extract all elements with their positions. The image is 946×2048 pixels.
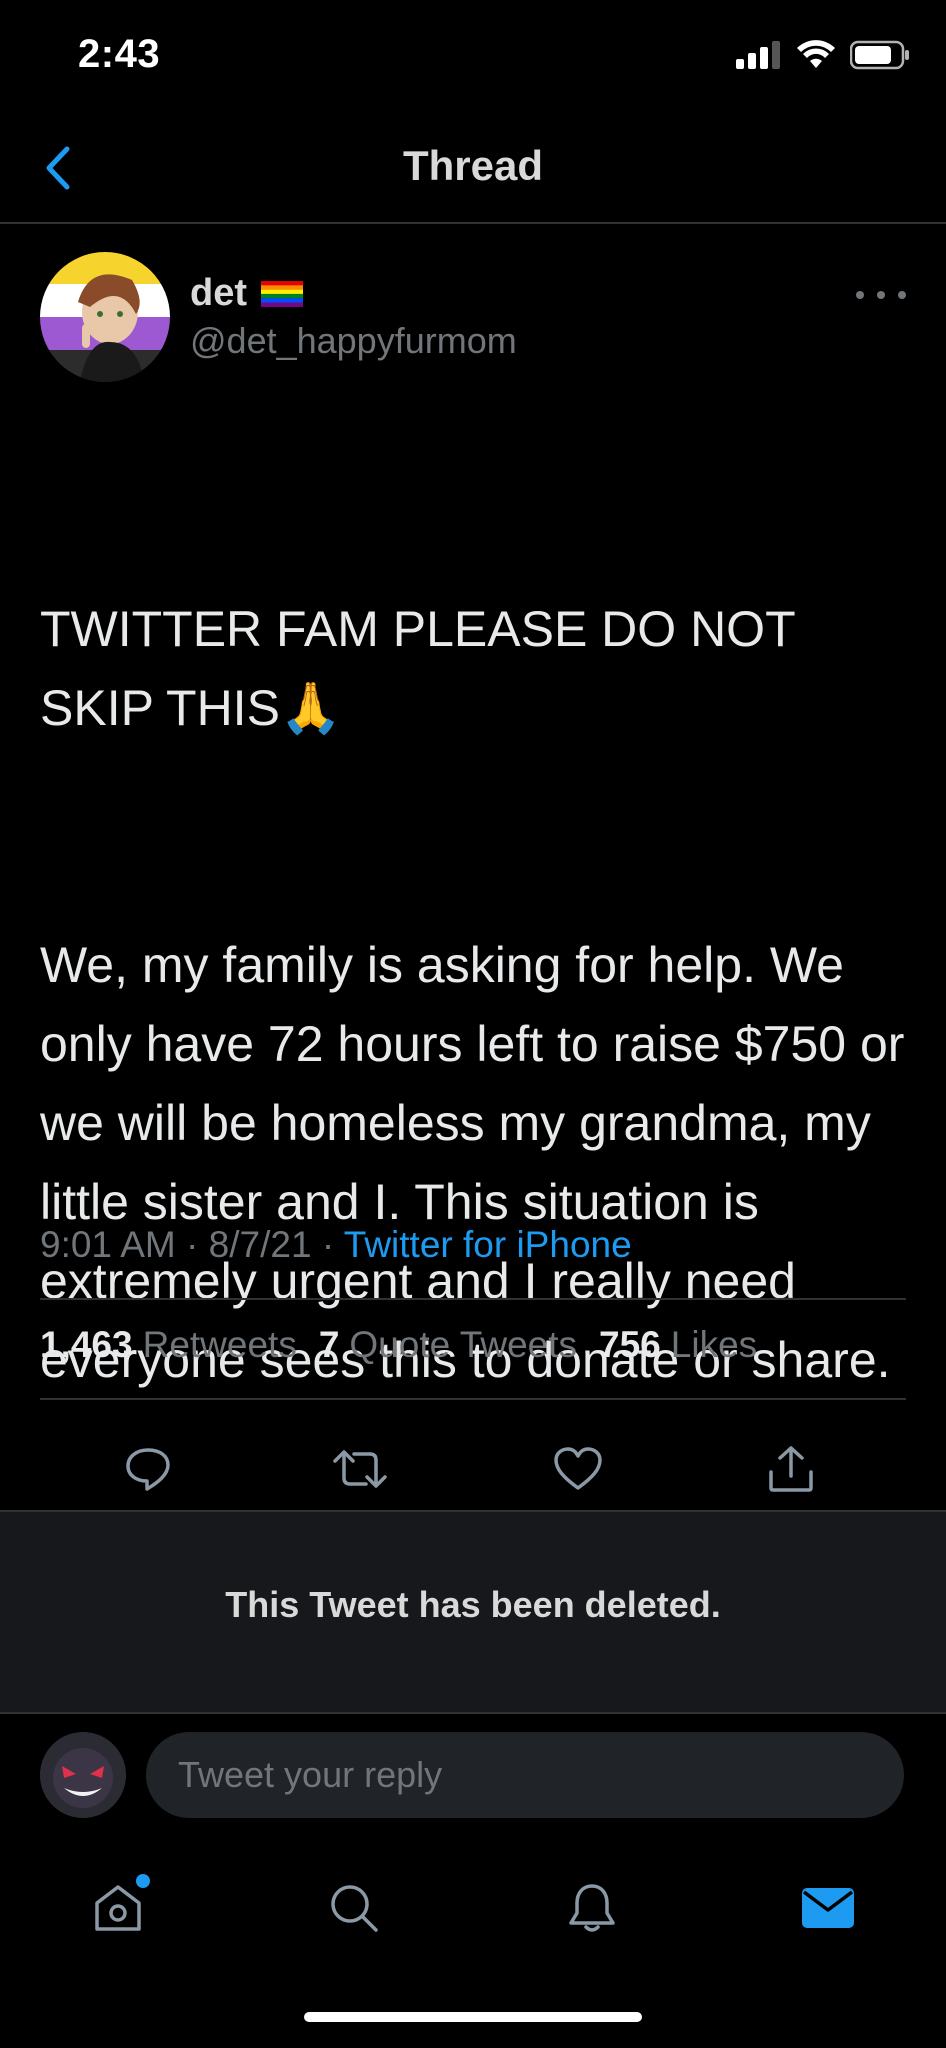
meta-separator: · (321, 1224, 335, 1265)
tab-search[interactable] (314, 1868, 394, 1948)
notification-dot (136, 1874, 150, 1888)
quotes-count: 7 (318, 1324, 340, 1365)
dot-icon (856, 291, 864, 299)
more-options-button[interactable] (856, 280, 906, 310)
meta-separator: · (186, 1224, 199, 1265)
tweet-text: TWITTER FAM PLEASE DO NOT SKIP THIS🙏 We,… (40, 432, 910, 1558)
likes-stat[interactable]: 756 Likes (599, 1324, 757, 1366)
likes-label: Likes (670, 1324, 758, 1365)
dot-icon (898, 291, 906, 299)
home-icon (95, 1885, 141, 1931)
status-icons (736, 40, 910, 70)
retweet-icon (333, 1450, 387, 1488)
reply-composer (0, 1712, 946, 1852)
status-bar: 2:43 (0, 0, 946, 116)
battery-icon (850, 40, 909, 70)
author-handle[interactable]: @det_happyfurmom (190, 320, 517, 362)
author-name-row[interactable]: det (190, 272, 303, 315)
tab-messages[interactable] (788, 1868, 868, 1948)
tab-home[interactable] (78, 1868, 158, 1948)
share-button[interactable] (756, 1434, 826, 1504)
like-button[interactable] (543, 1434, 613, 1504)
author-avatar[interactable] (40, 252, 170, 382)
nav-bar: Thread (0, 116, 946, 224)
user-avatar[interactable] (40, 1732, 126, 1818)
signal-icon (736, 41, 780, 69)
retweets-count: 1,463 (40, 1324, 133, 1365)
reply-input[interactable] (146, 1732, 904, 1818)
tab-notifications[interactable] (552, 1868, 632, 1948)
share-icon (769, 1446, 813, 1492)
retweets-label: Retweets (142, 1324, 297, 1365)
reply-button[interactable] (113, 1434, 183, 1504)
rainbow-flag-icon (261, 280, 303, 307)
tweet-source-link[interactable]: Twitter for iPhone (344, 1224, 632, 1265)
divider (40, 1298, 906, 1300)
dot-icon (877, 291, 885, 299)
tweet-meta: 9:01 AM · 8/7/21 · Twitter for iPhone (40, 1224, 632, 1266)
notifications-icon (569, 1884, 615, 1932)
likes-count: 756 (599, 1324, 661, 1365)
retweets-stat[interactable]: 1,463 Retweets (40, 1324, 297, 1366)
divider (40, 1398, 906, 1400)
quote-tweets-stat[interactable]: 7 Quote Tweets (319, 1324, 577, 1366)
deleted-tweet-notice: This Tweet has been deleted. (0, 1510, 946, 1714)
tweet-stats: 1,463 Retweets 7 Quote Tweets 756 Likes (40, 1324, 757, 1366)
retweet-button[interactable] (325, 1434, 395, 1504)
reply-icon (126, 1448, 170, 1491)
home-indicator (304, 2012, 642, 2022)
wifi-icon (797, 40, 835, 68)
page-title: Thread (402, 142, 544, 189)
deleted-tweet-text: This Tweet has been deleted. (225, 1584, 721, 1625)
quotes-label: Quote Tweets (349, 1324, 578, 1365)
tweet-date: 8/7/21 (208, 1224, 312, 1265)
like-icon (554, 1447, 602, 1490)
search-icon (331, 1885, 378, 1932)
status-time: 2:43 (78, 32, 161, 76)
tweet-text-paragraph: TWITTER FAM PLEASE DO NOT SKIP THIS🙏 (40, 601, 809, 736)
tweet-time: 9:01 AM (40, 1224, 176, 1265)
author-name: det (190, 272, 247, 314)
messages-icon (802, 1888, 854, 1928)
tab-bar (0, 1860, 946, 1970)
